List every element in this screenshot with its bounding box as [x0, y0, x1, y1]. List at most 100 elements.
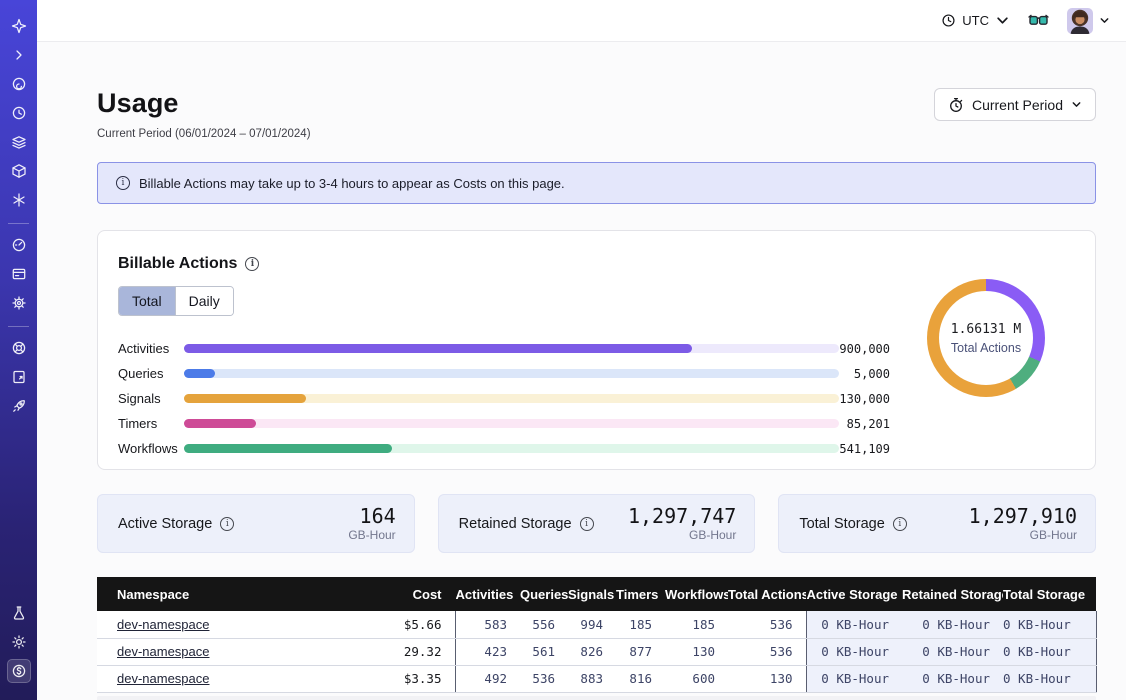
timers-cell: 816	[616, 665, 665, 692]
chart-row-queries: Queries 5,000	[118, 361, 890, 386]
total-storage-cell: 0 KB-Hour	[1003, 611, 1096, 638]
bar-track	[184, 344, 839, 353]
cost-cell: $3.35	[347, 665, 455, 692]
col-timers: Timers	[616, 577, 665, 611]
billable-actions-bar-chart: Activities 900,000 Queries 5,000 Signals…	[118, 336, 890, 461]
workflows-cell: 600	[665, 665, 728, 692]
table-row: dev-namespace $3.35 492 536 883 816 600 …	[97, 665, 1096, 692]
info-icon[interactable]: i	[245, 257, 259, 271]
donut-total-value: 1.66131 M	[951, 322, 1021, 337]
table-header-row: Namespace Cost Activities Queries Signal…	[97, 577, 1096, 611]
storage-card-label: Total Storage	[799, 516, 884, 532]
retained-storage-cell: 0 KB-Hour	[902, 665, 1003, 692]
gauge-icon[interactable]	[7, 233, 31, 257]
bar-track	[184, 394, 839, 403]
glasses-icon	[1028, 14, 1049, 28]
chart-value: 541,109	[839, 442, 890, 456]
storage-card-label: Retained Storage	[459, 516, 572, 532]
cube-icon[interactable]	[7, 159, 31, 183]
info-banner: i Billable Actions may take up to 3-4 ho…	[97, 162, 1096, 204]
col-queries: Queries	[520, 577, 568, 611]
bar-fill	[184, 344, 692, 353]
info-icon[interactable]: i	[220, 517, 234, 531]
chart-value: 5,000	[839, 367, 890, 381]
retained-storage-cell: 0 KB-Hour	[902, 611, 1003, 638]
sidebar-divider	[8, 326, 29, 327]
tab-total[interactable]: Total	[119, 287, 175, 315]
chart-value: 130,000	[839, 392, 890, 406]
bar-fill	[184, 444, 392, 453]
active-storage-cell: 0 KB-Hour	[806, 611, 902, 638]
sidebar-divider	[8, 223, 29, 224]
rocket-icon[interactable]	[7, 394, 31, 418]
window-icon[interactable]	[7, 262, 31, 286]
table-row: dev-namespace $5.66 583 556 994 185 185 …	[97, 611, 1096, 638]
active-storage-cell: 0 KB-Hour	[806, 665, 902, 692]
active-storage-card: Active Storage i 164 GB-Hour	[97, 494, 415, 553]
workflows-cell: 130	[665, 638, 728, 665]
chart-row-activities: Activities 900,000	[118, 336, 890, 361]
notebook-icon[interactable]	[7, 365, 31, 389]
total-storage-card: Total Storage i 1,297,910 GB-Hour	[778, 494, 1096, 553]
namespace-link[interactable]: dev-namespace	[117, 644, 210, 659]
namespace-link[interactable]: dev-namespace	[117, 617, 210, 632]
col-total-storage: Total Storage	[1003, 577, 1096, 611]
clock-icon	[941, 13, 956, 28]
chevron-down-icon	[995, 13, 1010, 28]
total-actions-cell: 536	[728, 611, 806, 638]
storage-card-unit: GB-Hour	[348, 528, 395, 542]
page-subtitle: Current Period (06/01/2024 – 07/01/2024)	[97, 128, 311, 140]
signals-cell: 826	[568, 638, 616, 665]
glasses-button[interactable]	[1028, 14, 1049, 28]
dollar-coin-icon[interactable]	[7, 659, 31, 683]
info-icon: i	[116, 176, 130, 190]
total-storage-cell: 0 KB-Hour	[1003, 638, 1096, 665]
total-storage-cell: 0 KB-Hour	[1003, 665, 1096, 692]
donut-total-label: Total Actions	[951, 341, 1021, 355]
col-workflows: Workflows	[665, 577, 728, 611]
gear-icon[interactable]	[7, 291, 31, 315]
page-title: Usage	[97, 88, 311, 119]
signals-cell: 994	[568, 611, 616, 638]
tab-daily[interactable]: Daily	[175, 287, 233, 315]
storage-card-label: Active Storage	[118, 516, 212, 532]
flask-icon[interactable]	[7, 601, 31, 625]
info-icon[interactable]: i	[893, 517, 907, 531]
queries-cell: 536	[520, 665, 568, 692]
timezone-label: UTC	[962, 13, 989, 28]
chart-row-timers: Timers 85,201	[118, 411, 890, 436]
cost-cell: $5.66	[347, 611, 455, 638]
sun-icon[interactable]	[7, 630, 31, 654]
chevron-down-icon	[1071, 99, 1082, 110]
stopwatch-icon	[948, 97, 964, 113]
retained-storage-cell: 0 KB-Hour	[902, 638, 1003, 665]
bar-fill	[184, 369, 215, 378]
chevron-right-icon[interactable]	[7, 43, 31, 67]
spiral-icon[interactable]	[7, 72, 31, 96]
col-retained-storage: Retained Storage	[902, 577, 1003, 611]
layers-icon[interactable]	[7, 130, 31, 154]
lifebuoy-icon[interactable]	[7, 336, 31, 360]
four-point-star-icon[interactable]	[7, 14, 31, 38]
bar-fill	[184, 419, 256, 428]
namespace-link[interactable]: dev-namespace	[117, 671, 210, 686]
queries-cell: 556	[520, 611, 568, 638]
col-signals: Signals	[568, 577, 616, 611]
col-active-storage: Active Storage	[806, 577, 902, 611]
table-scrollbar[interactable]	[97, 696, 1096, 700]
timezone-selector[interactable]: UTC	[941, 13, 1010, 28]
asterisk-icon[interactable]	[7, 188, 31, 212]
bar-track	[184, 369, 839, 378]
billable-actions-title: Billable Actions	[118, 255, 237, 273]
queries-cell: 561	[520, 638, 568, 665]
info-banner-text: Billable Actions may take up to 3-4 hour…	[139, 176, 565, 191]
bar-track	[184, 444, 839, 453]
sidebar	[0, 0, 37, 700]
chart-label: Signals	[118, 391, 184, 406]
period-selector-button[interactable]: Current Period	[934, 88, 1096, 121]
chart-row-workflows: Workflows 541,109	[118, 436, 890, 461]
account-menu[interactable]	[1067, 8, 1110, 34]
retained-storage-card: Retained Storage i 1,297,747 GB-Hour	[438, 494, 756, 553]
clock-icon[interactable]	[7, 101, 31, 125]
info-icon[interactable]: i	[580, 517, 594, 531]
